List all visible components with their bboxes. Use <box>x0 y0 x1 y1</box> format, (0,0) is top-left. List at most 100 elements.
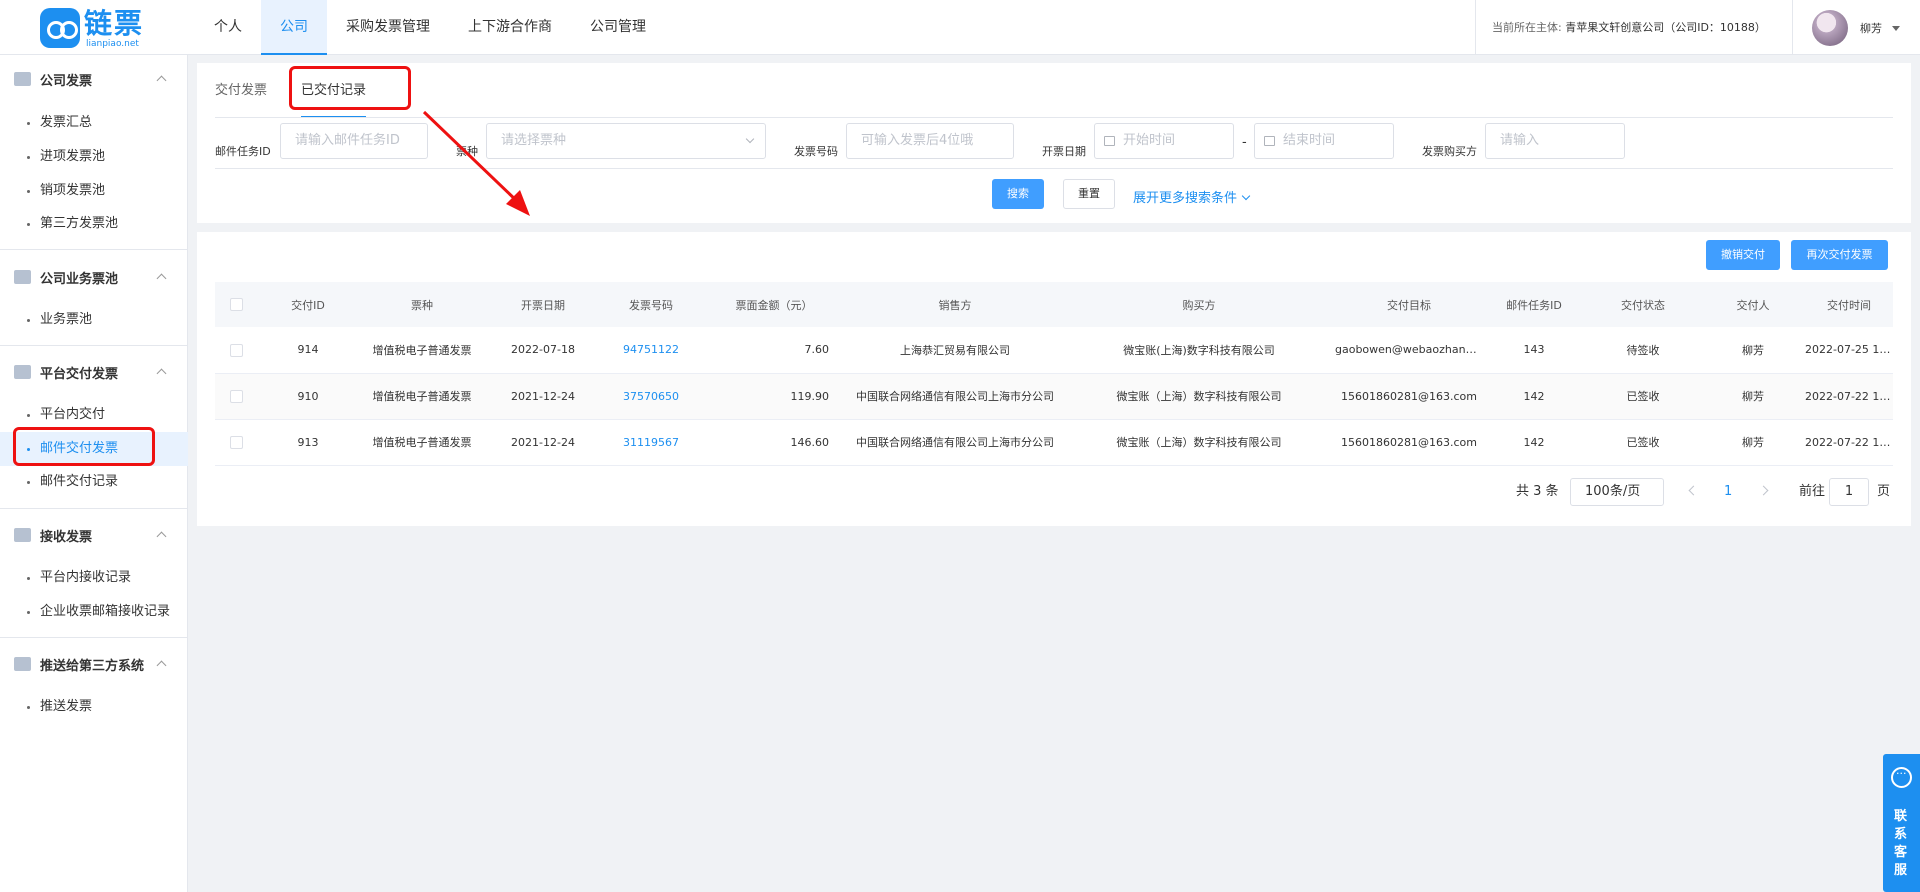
cell-invoice-no[interactable]: 31119567 <box>601 419 701 466</box>
revoke-delivery-button[interactable]: 撤销交付 <box>1706 240 1780 270</box>
goto-page-input[interactable]: 1 <box>1829 478 1869 506</box>
end-date-input[interactable]: 结束时间 <box>1254 123 1394 159</box>
table-row[interactable]: 913 增值税电子普通发票 2021-12-24 31119567 146.60… <box>215 419 1893 466</box>
invoice-no-input[interactable]: 可输入发票后4位哦 <box>846 123 1014 159</box>
logo-name: 链票 <box>84 7 145 40</box>
invoice-no-link[interactable]: 94751122 <box>623 343 679 356</box>
task-id-label: 邮件任务ID <box>215 145 271 158</box>
avatar[interactable] <box>1812 10 1848 46</box>
cell-kind: 增值税电子普通发票 <box>359 419 485 466</box>
sidebar-item-invoice-summary[interactable]: 发票汇总 <box>0 106 188 140</box>
cell-date: 2022-07-18 <box>485 327 601 374</box>
user-name[interactable]: 柳芳 <box>1860 20 1882 36</box>
cell-amount: 119.90 <box>701 373 847 420</box>
contact-service-button[interactable]: 联系客服 <box>1883 754 1920 892</box>
buyer-input[interactable]: 请输入 <box>1485 123 1625 159</box>
main-nav: 个人 公司 采购发票管理 上下游合作商 公司管理 <box>195 0 665 55</box>
chevron-up-icon[interactable] <box>156 75 167 86</box>
search-button[interactable]: 搜索 <box>992 179 1044 209</box>
row-select-cell[interactable] <box>215 327 257 374</box>
expand-search-link[interactable]: 展开更多搜索条件 <box>1133 187 1251 206</box>
sidebar-item-push-invoice[interactable]: 推送发票 <box>0 690 188 724</box>
cell-invoice-no[interactable]: 37570650 <box>601 373 701 420</box>
chevron-up-icon[interactable] <box>156 660 167 671</box>
sidebar-group-business-pool[interactable]: 公司业务票池 <box>0 262 188 292</box>
page-size-select[interactable]: 100条/页 <box>1570 478 1664 506</box>
calendar-icon <box>1264 136 1275 146</box>
row-checkbox[interactable] <box>229 435 243 449</box>
col-header: 交付目标 <box>1335 282 1483 327</box>
cell-id: 913 <box>257 419 359 466</box>
annotation-arrow-icon <box>422 110 530 216</box>
chevron-up-icon[interactable] <box>156 368 167 379</box>
sidebar-group-platform-delivery[interactable]: 平台交付发票 <box>0 357 188 387</box>
invoice-icon <box>14 72 31 86</box>
sidebar-item-business-pool[interactable]: 业务票池 <box>0 303 188 337</box>
top-header: 链票 lianpiao.net 个人 公司 采购发票管理 上下游合作商 公司管理… <box>0 0 1920 55</box>
receive-icon <box>14 528 31 542</box>
cell-target: 15601860281@163.com <box>1335 419 1483 466</box>
cell-seller: 上海恭汇贸易有限公司 <box>847 327 1063 374</box>
cell-buyer: 微宝账（上海）数字科技有限公司 <box>1063 419 1335 466</box>
current-page[interactable]: 1 <box>1724 478 1732 506</box>
cell-task-id: 143 <box>1483 327 1585 374</box>
sidebar-item-email-delivery-records[interactable]: 邮件交付记录 <box>0 465 188 499</box>
select-all-checkbox[interactable] <box>229 298 243 312</box>
start-date-input[interactable]: 开始时间 <box>1094 123 1234 159</box>
cell-person: 柳芳 <box>1701 373 1805 420</box>
task-id-input[interactable]: 请输入邮件任务ID <box>280 123 428 159</box>
next-page-icon[interactable] <box>1758 485 1769 496</box>
nav-purchase-invoice[interactable]: 采购发票管理 <box>327 0 449 55</box>
cell-person: 柳芳 <box>1701 419 1805 466</box>
invoice-no-link[interactable]: 37570650 <box>623 390 679 403</box>
nav-partners[interactable]: 上下游合作商 <box>449 0 571 55</box>
cell-buyer: 微宝账(上海)数字科技有限公司 <box>1063 327 1335 374</box>
sidebar-group-title: 公司发票 <box>40 73 93 89</box>
sidebar-group-receive[interactable]: 接收发票 <box>0 520 188 550</box>
col-header: 票面金额（元） <box>701 282 847 327</box>
select-all-cell[interactable] <box>215 282 257 327</box>
chat-icon <box>1891 767 1912 788</box>
cell-time: 2022-07-22 17:16:34 <box>1805 373 1893 420</box>
user-menu[interactable]: 柳芳 <box>1812 10 1900 46</box>
cell-time: 2022-07-25 10:12:32 <box>1805 327 1893 374</box>
row-checkbox[interactable] <box>229 343 243 357</box>
prev-page-icon[interactable] <box>1688 485 1699 496</box>
sidebar-item-platform-receive[interactable]: 平台内接收记录 <box>0 561 188 595</box>
chevron-up-icon[interactable] <box>156 531 167 542</box>
divider <box>0 345 188 346</box>
sidebar-item-output-pool[interactable]: 销项发票池 <box>0 174 188 208</box>
redeliver-button[interactable]: 再次交付发票 <box>1791 240 1888 270</box>
sidebar-group-company-invoice[interactable]: 公司发票 <box>0 64 188 94</box>
sidebar-item-input-pool[interactable]: 进项发票池 <box>0 140 188 174</box>
sidebar-group-push[interactable]: 推送给第三方系统 <box>0 649 188 679</box>
sidebar-item-thirdparty-pool[interactable]: 第三方发票池 <box>0 207 188 241</box>
table-row[interactable]: 910 增值税电子普通发票 2021-12-24 37570650 119.90… <box>215 373 1893 420</box>
entity-value: 青苹果文轩创意公司（公司ID：10188） <box>1565 21 1766 34</box>
caret-down-icon[interactable] <box>1892 25 1900 31</box>
page-size-value: 100条/页 <box>1585 484 1641 499</box>
col-header: 交付状态 <box>1585 282 1701 327</box>
cell-invoice-no[interactable]: 94751122 <box>601 327 701 374</box>
invoice-no-link[interactable]: 31119567 <box>623 436 679 449</box>
nav-personal[interactable]: 个人 <box>195 0 261 55</box>
cell-id: 910 <box>257 373 359 420</box>
logo[interactable]: 链票 lianpiao.net <box>40 7 150 49</box>
table-row[interactable]: 914 增值税电子普通发票 2022-07-18 94751122 7.60 上… <box>215 327 1893 374</box>
tab-deliver-invoice[interactable]: 交付发票 <box>215 63 267 118</box>
logo-icon <box>40 8 80 48</box>
row-select-cell[interactable] <box>215 373 257 420</box>
status-badge: 待签收 <box>1585 327 1701 374</box>
chevron-up-icon[interactable] <box>156 273 167 284</box>
nav-company-admin[interactable]: 公司管理 <box>571 0 665 55</box>
row-select-cell[interactable] <box>215 419 257 466</box>
buyer-label: 发票购买方 <box>1422 145 1477 158</box>
chevron-down-icon <box>745 134 755 144</box>
current-entity: 当前所在主体: 青苹果文轩创意公司（公司ID：10188） <box>1475 0 1793 55</box>
reset-button[interactable]: 重置 <box>1063 179 1115 209</box>
cell-seller: 中国联合网络通信有限公司上海市分公司 <box>847 419 1063 466</box>
nav-company[interactable]: 公司 <box>261 0 327 55</box>
row-checkbox[interactable] <box>229 389 243 403</box>
cell-target: gaobowen@webaozhang.com <box>1335 327 1483 374</box>
sidebar-item-mailbox-receive[interactable]: 企业收票邮箱接收记录 <box>0 595 188 629</box>
